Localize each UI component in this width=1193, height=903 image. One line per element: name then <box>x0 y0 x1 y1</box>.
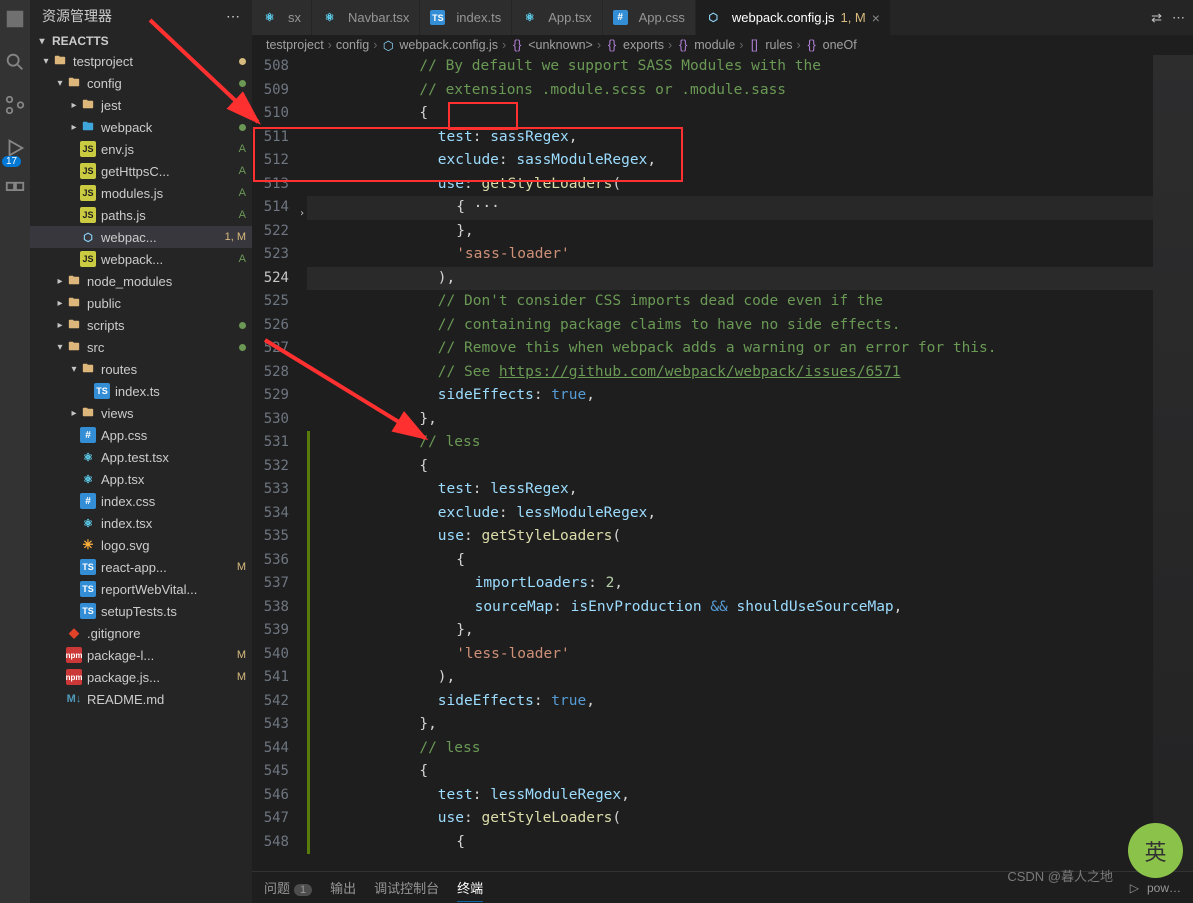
compare-icon[interactable]: ⇄ <box>1151 10 1162 26</box>
search-icon[interactable] <box>4 51 26 76</box>
crumb-exports[interactable]: exports <box>623 38 664 52</box>
tree-item-package.js...[interactable]: npmpackage.js...M <box>30 666 252 688</box>
tree-item-reportWebVital...[interactable]: TSreportWebVital... <box>30 578 252 600</box>
sidebar-more-icon[interactable]: ⋯ <box>226 8 240 25</box>
crumb-config[interactable]: config <box>336 38 369 52</box>
tree-item-package-l...[interactable]: npmpackage-l...M <box>30 644 252 666</box>
tree-item-logo.svg[interactable]: ✳logo.svg <box>30 534 252 556</box>
editor-tabs: ⚛sx⚛Navbar.tsxTSindex.ts⚛App.tsx#App.css… <box>252 0 1193 35</box>
line-gutter: 508509510511512513514›522523524525526527… <box>252 55 307 871</box>
scm-icon[interactable] <box>4 94 26 119</box>
sidebar-title: 资源管理器 <box>42 6 112 26</box>
tree-item-paths.js[interactable]: JSpaths.jsA <box>30 204 252 226</box>
watermark: CSDN @暮人之地 <box>1007 866 1113 885</box>
tree-item-index.ts[interactable]: TSindex.ts <box>30 380 252 402</box>
extensions-icon[interactable] <box>4 180 26 205</box>
tree-item-getHttpsC...[interactable]: JSgetHttpsC...A <box>30 160 252 182</box>
tree-item-README.md[interactable]: M↓README.md <box>30 688 252 710</box>
tree-item-views[interactable]: ▸🖿views <box>30 402 252 424</box>
terminal-launch-icon[interactable]: ▷ <box>1130 881 1139 895</box>
vscode-icon[interactable] <box>4 8 26 33</box>
explorer-sidebar: 资源管理器 ⋯ ▾ REACTTS ▾🖿testproject▾🖿config▸… <box>30 0 252 903</box>
panel-tab-输出[interactable]: 输出 <box>330 874 356 901</box>
panel-tab-问题[interactable]: 问题1 <box>264 874 312 901</box>
breadcrumb[interactable]: testproject›config›⬡webpack.config.js›{}… <box>252 35 1193 55</box>
tree-item-App.css[interactable]: #App.css <box>30 424 252 446</box>
crumb-testproject[interactable]: testproject <box>266 38 324 52</box>
panel-tab-终端[interactable]: 终端 <box>457 874 483 902</box>
tree-item-webpac...[interactable]: ⬡webpac...1, M <box>30 226 252 248</box>
tree-item-node_modules[interactable]: ▸🖿node_modules <box>30 270 252 292</box>
tab-App.css[interactable]: #App.css <box>603 0 696 35</box>
activity-bar: 17 <box>0 0 30 903</box>
tree-item-testproject[interactable]: ▾🖿testproject <box>30 50 252 72</box>
crumb-module[interactable]: module <box>694 38 735 52</box>
section-header[interactable]: ▾ REACTTS <box>30 32 252 50</box>
tree-item-.gitignore[interactable]: ◆.gitignore <box>30 622 252 644</box>
tree-item-index.css[interactable]: #index.css <box>30 490 252 512</box>
editor[interactable]: 508509510511512513514›522523524525526527… <box>252 55 1193 871</box>
tree-item-webpack[interactable]: ▸🖿webpack <box>30 116 252 138</box>
tree-item-modules.js[interactable]: JSmodules.jsA <box>30 182 252 204</box>
tab-App.tsx[interactable]: ⚛App.tsx <box>512 0 602 35</box>
tree-item-public[interactable]: ▸🖿public <box>30 292 252 314</box>
code-area[interactable]: // By default we support SASS Modules wi… <box>307 55 1153 871</box>
crumb-webpack.config.js[interactable]: webpack.config.js <box>399 38 498 52</box>
tab-Navbar.tsx[interactable]: ⚛Navbar.tsx <box>312 0 420 35</box>
tree-item-webpack...[interactable]: JSwebpack...A <box>30 248 252 270</box>
tree-item-App.test.tsx[interactable]: ⚛App.test.tsx <box>30 446 252 468</box>
tree-item-react-app...[interactable]: TSreact-app...M <box>30 556 252 578</box>
minimap[interactable] <box>1153 55 1193 871</box>
file-tree: ▾🖿testproject▾🖿config▸🖿jest▸🖿webpackJSen… <box>30 50 252 903</box>
tree-item-src[interactable]: ▾🖿src <box>30 336 252 358</box>
panel-tab-调试控制台[interactable]: 调试控制台 <box>374 874 439 901</box>
tree-item-routes[interactable]: ▾🖿routes <box>30 358 252 380</box>
fold-icon[interactable]: › <box>299 202 305 226</box>
tab-index.ts[interactable]: TSindex.ts <box>420 0 512 35</box>
tree-item-scripts[interactable]: ▸🖿scripts <box>30 314 252 336</box>
tree-item-App.tsx[interactable]: ⚛App.tsx <box>30 468 252 490</box>
tree-item-setupTests.ts[interactable]: TSsetupTests.ts <box>30 600 252 622</box>
close-icon[interactable]: × <box>872 10 880 26</box>
scm-badge: 17 <box>2 156 21 167</box>
ime-badge[interactable]: 英 <box>1128 823 1183 878</box>
crumb-<unknown>[interactable]: <unknown> <box>528 38 593 52</box>
tree-item-index.tsx[interactable]: ⚛index.tsx <box>30 512 252 534</box>
tab-sx[interactable]: ⚛sx <box>252 0 312 35</box>
crumb-rules[interactable]: rules <box>765 38 792 52</box>
tree-item-jest[interactable]: ▸🖿jest <box>30 94 252 116</box>
more-icon[interactable]: ⋯ <box>1172 10 1185 26</box>
tab-actions[interactable]: ⇄ ⋯ <box>1143 0 1193 35</box>
editor-main: ⚛sx⚛Navbar.tsxTSindex.ts⚛App.tsx#App.css… <box>252 0 1193 903</box>
tree-item-env.js[interactable]: JSenv.jsA <box>30 138 252 160</box>
tree-item-config[interactable]: ▾🖿config <box>30 72 252 94</box>
sidebar-header: 资源管理器 ⋯ <box>30 0 252 32</box>
tab-webpack.config.js[interactable]: ⬡webpack.config.js1, M× <box>696 0 891 35</box>
crumb-oneOf[interactable]: oneOf <box>823 38 857 52</box>
